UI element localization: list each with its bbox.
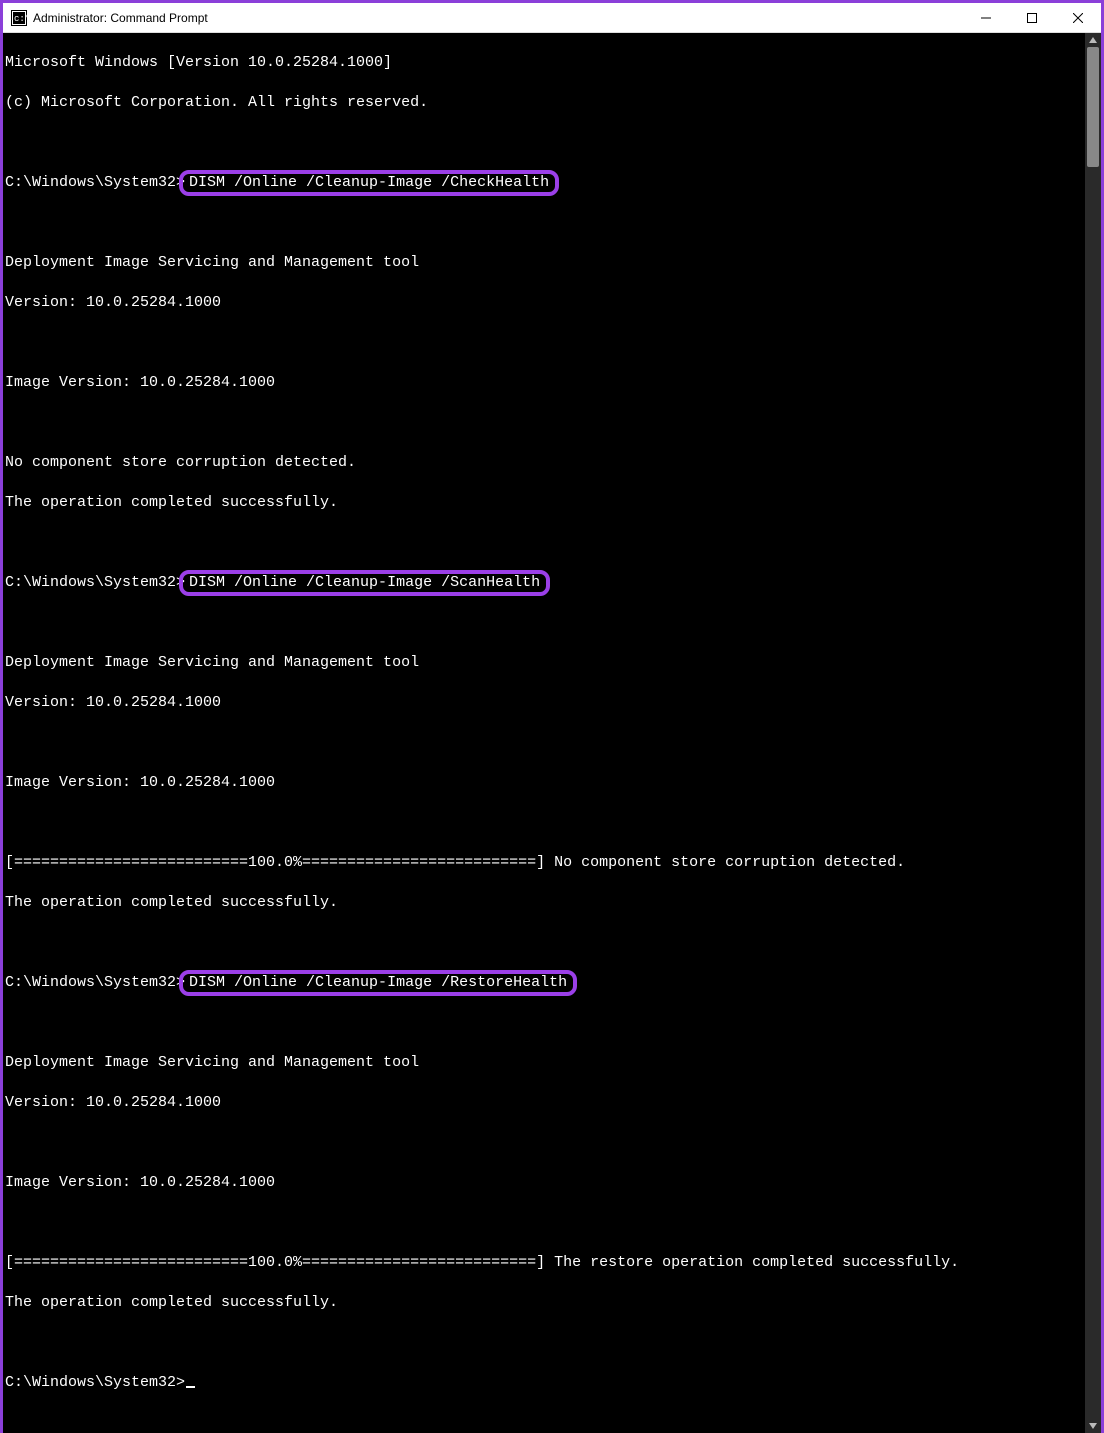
terminal[interactable]: Microsoft Windows [Version 10.0.25284.10… xyxy=(3,33,1085,1433)
progress-bar: [==========================100.0%=======… xyxy=(5,854,545,871)
progress-bar: [==========================100.0%=======… xyxy=(5,1254,545,1271)
command-text: DISM /Online /Cleanup-Image /RestoreHeal… xyxy=(189,973,567,993)
terminal-line: (c) Microsoft Corporation. All rights re… xyxy=(5,93,1083,113)
terminal-line: Version: 10.0.25284.1000 xyxy=(5,293,1083,313)
minimize-button[interactable] xyxy=(963,3,1009,33)
prompt-row: C:\Windows\System32>DISM /Online /Cleanu… xyxy=(5,573,1083,593)
scrollbar[interactable] xyxy=(1085,33,1101,1433)
terminal-line xyxy=(5,1013,1083,1033)
cmd-icon: c:\ xyxy=(11,10,27,26)
cursor-icon xyxy=(186,1386,195,1388)
terminal-line xyxy=(5,933,1083,953)
prompt-text: C:\Windows\System32> xyxy=(5,973,185,993)
terminal-line: No component store corruption detected. xyxy=(5,453,1083,473)
terminal-line: Image Version: 10.0.25284.1000 xyxy=(5,1173,1083,1193)
terminal-line xyxy=(5,1333,1083,1353)
titlebar[interactable]: c:\ Administrator: Command Prompt xyxy=(3,3,1101,33)
close-button[interactable] xyxy=(1055,3,1101,33)
terminal-area: Microsoft Windows [Version 10.0.25284.10… xyxy=(3,33,1101,1433)
terminal-line xyxy=(5,213,1083,233)
highlighted-command-1: DISM /Online /Cleanup-Image /CheckHealth xyxy=(179,170,559,196)
terminal-line: Deployment Image Servicing and Managemen… xyxy=(5,1053,1083,1073)
progress-status: The restore operation completed successf… xyxy=(545,1254,959,1271)
terminal-line: Deployment Image Servicing and Managemen… xyxy=(5,653,1083,673)
command-text: DISM /Online /Cleanup-Image /CheckHealth xyxy=(189,173,549,193)
prompt-text: C:\Windows\System32> xyxy=(5,173,185,193)
command-text: DISM /Online /Cleanup-Image /ScanHealth xyxy=(189,573,540,593)
terminal-line: Microsoft Windows [Version 10.0.25284.10… xyxy=(5,53,1083,73)
terminal-line xyxy=(5,133,1083,153)
prompt-row: C:\Windows\System32>DISM /Online /Cleanu… xyxy=(5,973,1083,993)
terminal-line xyxy=(5,1133,1083,1153)
terminal-line xyxy=(5,413,1083,433)
scrollbar-thumb[interactable] xyxy=(1087,47,1099,167)
terminal-line: Version: 10.0.25284.1000 xyxy=(5,1093,1083,1113)
terminal-line: [==========================100.0%=======… xyxy=(5,1253,1083,1273)
terminal-line xyxy=(5,333,1083,353)
terminal-line xyxy=(5,613,1083,633)
highlighted-command-2: DISM /Online /Cleanup-Image /ScanHealth xyxy=(179,570,550,596)
svg-text:c:\: c:\ xyxy=(14,14,27,24)
prompt-text: C:\Windows\System32> xyxy=(5,573,185,593)
terminal-line: The operation completed successfully. xyxy=(5,493,1083,513)
terminal-line: The operation completed successfully. xyxy=(5,893,1083,913)
prompt-row: C:\Windows\System32>DISM /Online /Cleanu… xyxy=(5,173,1083,193)
terminal-line: Image Version: 10.0.25284.1000 xyxy=(5,773,1083,793)
maximize-button[interactable] xyxy=(1009,3,1055,33)
window-title: Administrator: Command Prompt xyxy=(33,11,208,25)
terminal-line: The operation completed successfully. xyxy=(5,1293,1083,1313)
terminal-line: C:\Windows\System32> xyxy=(5,1373,1083,1393)
scrollbar-down-icon[interactable] xyxy=(1085,1419,1101,1433)
terminal-line xyxy=(5,813,1083,833)
terminal-line: [==========================100.0%=======… xyxy=(5,853,1083,873)
terminal-line: Version: 10.0.25284.1000 xyxy=(5,693,1083,713)
terminal-line: Image Version: 10.0.25284.1000 xyxy=(5,373,1083,393)
terminal-line xyxy=(5,533,1083,553)
prompt-text: C:\Windows\System32> xyxy=(5,1374,185,1391)
window: c:\ Administrator: Command Prompt Micros… xyxy=(0,0,1104,726)
progress-status: No component store corruption detected. xyxy=(545,854,905,871)
terminal-line: Deployment Image Servicing and Managemen… xyxy=(5,253,1083,273)
terminal-line xyxy=(5,733,1083,753)
highlighted-command-3: DISM /Online /Cleanup-Image /RestoreHeal… xyxy=(179,970,577,996)
scrollbar-up-icon[interactable] xyxy=(1085,33,1101,47)
terminal-line xyxy=(5,1213,1083,1233)
